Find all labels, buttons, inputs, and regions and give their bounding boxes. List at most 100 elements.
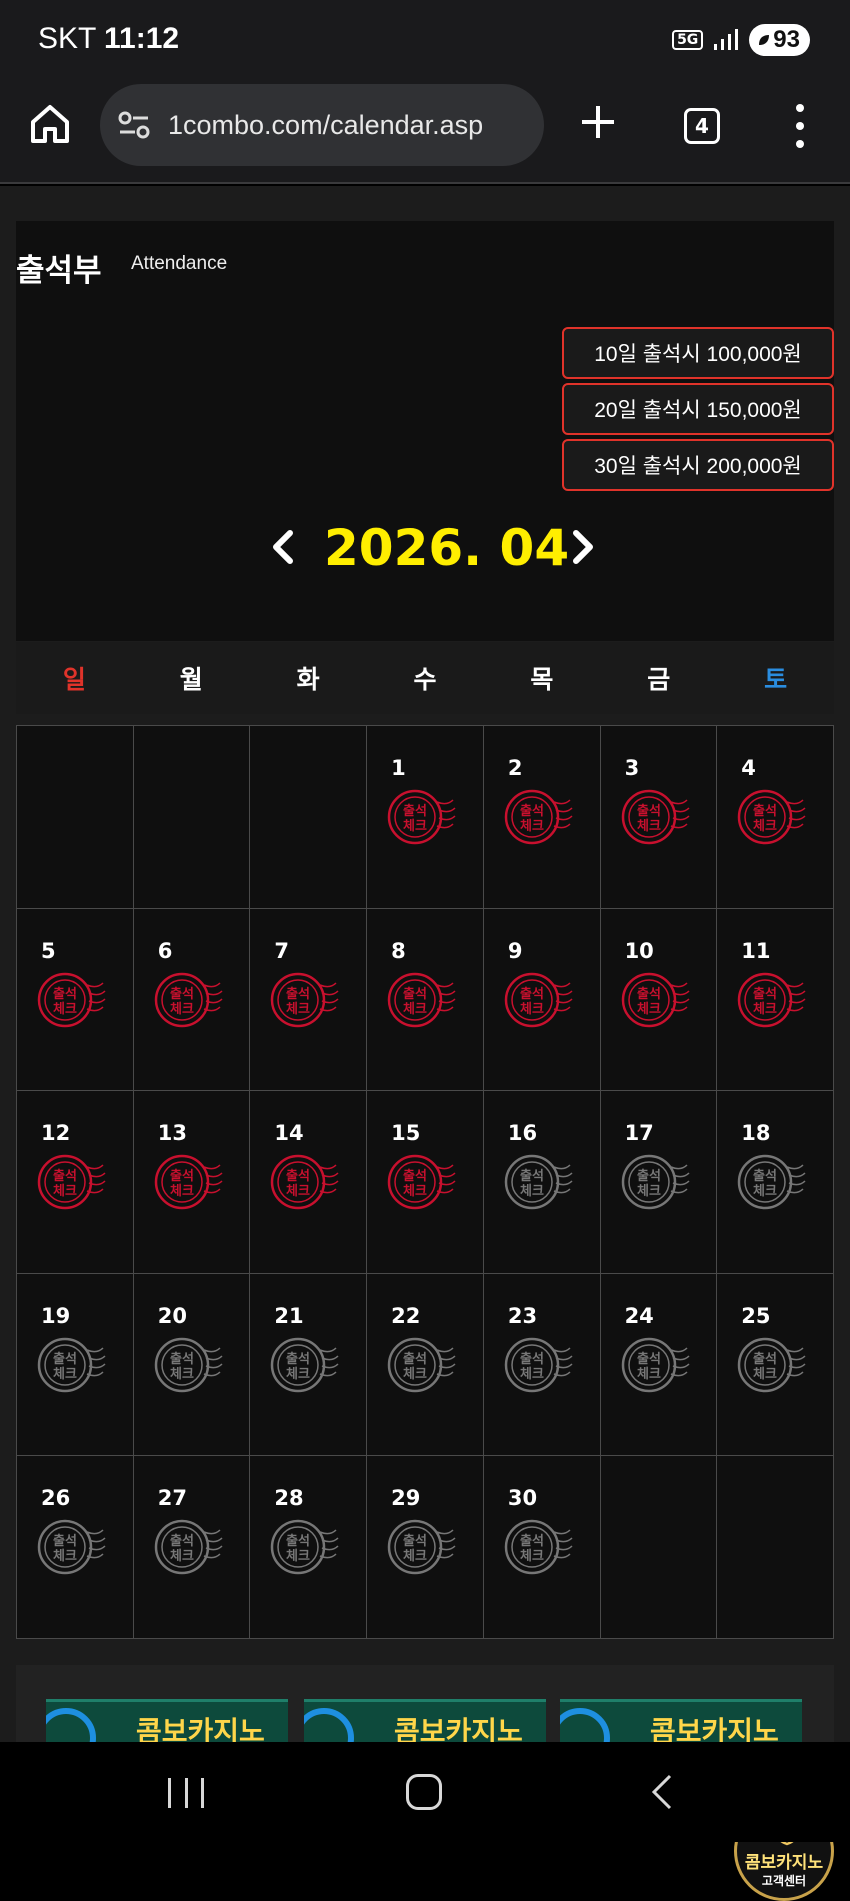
recents-icon[interactable]: [168, 1778, 204, 1808]
day-number: 5: [41, 938, 56, 963]
svg-text:체크: 체크: [753, 1367, 777, 1382]
calendar-day[interactable]: 2 출석 체크: [483, 726, 601, 909]
svg-text:출석: 출석: [286, 1168, 310, 1184]
home-icon[interactable]: [28, 102, 72, 146]
calendar-day[interactable]: 18 출석 체크: [717, 1091, 834, 1274]
calendar-day[interactable]: 22 출석 체크: [367, 1273, 484, 1457]
calendar-day[interactable]: 4 출석 체크: [717, 726, 834, 909]
svg-text:체크: 체크: [286, 1367, 310, 1382]
day-number: 16: [507, 1121, 538, 1146]
attendance-stamp-checked-icon: 출석체크: [154, 972, 223, 1027]
calendar-day[interactable]: 8 출석 체크: [367, 908, 484, 1092]
svg-text:체크: 체크: [403, 1367, 427, 1382]
calendar-day[interactable]: 29 출석 체크: [367, 1456, 484, 1639]
back-icon[interactable]: [650, 1774, 674, 1810]
attendance-stamp-unchecked-icon: 출석체크: [738, 1154, 806, 1210]
day-number: 1: [391, 756, 406, 780]
calendar-day[interactable]: 3 출석 체크: [600, 726, 718, 909]
calendar-day[interactable]: 11 출석 체크: [717, 908, 834, 1092]
address-bar[interactable]: 1combo.com/calendar.asp: [100, 84, 544, 166]
status-bar: SKT 11:12 5G 93: [0, 0, 850, 80]
attendance-stamp-checked-icon: 출석체크: [271, 972, 339, 1027]
calendar-day[interactable]: 7 출석 체크: [250, 908, 368, 1092]
day-number: 3: [624, 756, 640, 780]
promo-banner[interactable]: 콤보카지노: [560, 1699, 802, 1742]
calendar-day[interactable]: 5 출석 체크: [17, 908, 134, 1092]
page-content: 출석부 Attendance 10일 출석시 100,000원 20일 출석시 …: [0, 186, 850, 1901]
attendance-stamp-unchecked-icon: 출석체크: [738, 1337, 806, 1393]
day-number: 21: [274, 1303, 304, 1328]
calendar-day[interactable]: 21 출석 체크: [250, 1273, 368, 1457]
reward-badge: 20일 출석시 150,000원: [562, 383, 834, 435]
chevron-left-icon[interactable]: [266, 527, 300, 567]
svg-text:출석: 출석: [286, 1351, 310, 1367]
calendar-day[interactable]: 23 출석 체크: [483, 1273, 601, 1457]
svg-text:체크: 체크: [520, 1367, 544, 1382]
day-number: 10: [624, 938, 654, 963]
calendar-day[interactable]: 26 출석 체크: [17, 1456, 134, 1639]
attendance-stamp-unchecked-icon: 출석체크: [154, 1520, 223, 1575]
home-button-icon[interactable]: [406, 1774, 442, 1810]
battery-indicator: 93: [749, 24, 810, 56]
new-tab-icon[interactable]: [578, 102, 618, 142]
calendar-day[interactable]: 9 출석 체크: [483, 908, 601, 1092]
day-number: 11: [741, 938, 771, 963]
day-number: 26: [41, 1486, 71, 1511]
attendance-stamp-unchecked-icon: 출석체크: [504, 1337, 573, 1393]
svg-text:체크: 체크: [753, 1002, 777, 1017]
calendar-day[interactable]: 20 출석 체크: [133, 1273, 251, 1457]
day-number: 4: [741, 756, 756, 780]
svg-text:체크: 체크: [520, 819, 544, 834]
attendance-stamp-checked-icon: 출석체크: [154, 1154, 223, 1210]
status-icons: 5G 93: [672, 24, 810, 56]
calendar-day[interactable]: 25 출석 체크: [717, 1273, 834, 1457]
calendar-empty-cell: [250, 726, 368, 909]
more-menu-icon[interactable]: [788, 104, 812, 148]
svg-text:출석: 출석: [520, 986, 544, 1002]
calendar-day[interactable]: 10 출석 체크: [600, 908, 718, 1092]
tab-switcher-button[interactable]: 4: [684, 108, 720, 144]
attendance-stamp-unchecked-icon: 출석체크: [271, 1337, 339, 1393]
calendar-day[interactable]: 6 출석 체크: [133, 908, 251, 1092]
system-nav-bar: [0, 1742, 850, 1842]
svg-text:체크: 체크: [403, 1549, 427, 1564]
calendar-day[interactable]: 17 출석 체크: [600, 1091, 718, 1274]
calendar-day[interactable]: 14 출석 체크: [250, 1091, 368, 1274]
calendar-day[interactable]: 30 출석 체크: [483, 1456, 601, 1639]
svg-text:출석: 출석: [637, 1351, 661, 1367]
calendar-empty-cell: [600, 1456, 718, 1639]
calendar-day[interactable]: 12 출석 체크: [17, 1091, 134, 1274]
attendance-stamp-unchecked-icon: 출석체크: [387, 1337, 456, 1393]
promo-banner[interactable]: 콤보카지노: [46, 1699, 288, 1742]
attendance-stamp-checked-icon: 출석체크: [621, 972, 690, 1027]
promo-banner[interactable]: 콤보카지노: [304, 1699, 546, 1742]
day-number: 30: [507, 1486, 538, 1511]
svg-text:체크: 체크: [637, 1367, 661, 1382]
month-label: 2026. 04: [324, 519, 570, 577]
svg-text:체크: 체크: [286, 1184, 310, 1199]
weekday-label: 일: [62, 665, 86, 694]
svg-text:체크: 체크: [637, 819, 661, 834]
attendance-stamp-unchecked-icon: 출석체크: [504, 1520, 573, 1575]
day-number: 18: [741, 1121, 771, 1146]
calendar-day[interactable]: 27 출석 체크: [133, 1456, 251, 1639]
svg-text:출석: 출석: [53, 1533, 77, 1549]
attendance-panel: 출석부 Attendance 10일 출석시 100,000원 20일 출석시 …: [16, 221, 834, 641]
calendar-day[interactable]: 15 출석 체크: [367, 1091, 484, 1274]
day-number: 20: [157, 1303, 187, 1328]
calendar-empty-cell: [133, 726, 251, 909]
site-settings-icon[interactable]: [118, 111, 150, 139]
svg-text:출석: 출석: [403, 1533, 427, 1549]
calendar-day[interactable]: 24 출석 체크: [600, 1273, 718, 1457]
calendar-day[interactable]: 16 출석 체크: [483, 1091, 601, 1274]
calendar-day[interactable]: 28 출석 체크: [250, 1456, 368, 1639]
calendar-day[interactable]: 19 출석 체크: [17, 1273, 134, 1457]
svg-text:출석: 출석: [170, 1533, 194, 1549]
attendance-stamp-checked-icon: 출석체크: [738, 789, 806, 845]
calendar-day[interactable]: 1 출석 체크: [367, 726, 484, 909]
calendar-day[interactable]: 13 출석 체크: [133, 1091, 251, 1274]
chevron-right-icon[interactable]: [566, 527, 600, 567]
svg-text:출석: 출석: [53, 1351, 77, 1367]
banner-text: 콤보카지노: [136, 1715, 265, 1742]
attendance-stamp-checked-icon: 출석체크: [738, 972, 806, 1027]
